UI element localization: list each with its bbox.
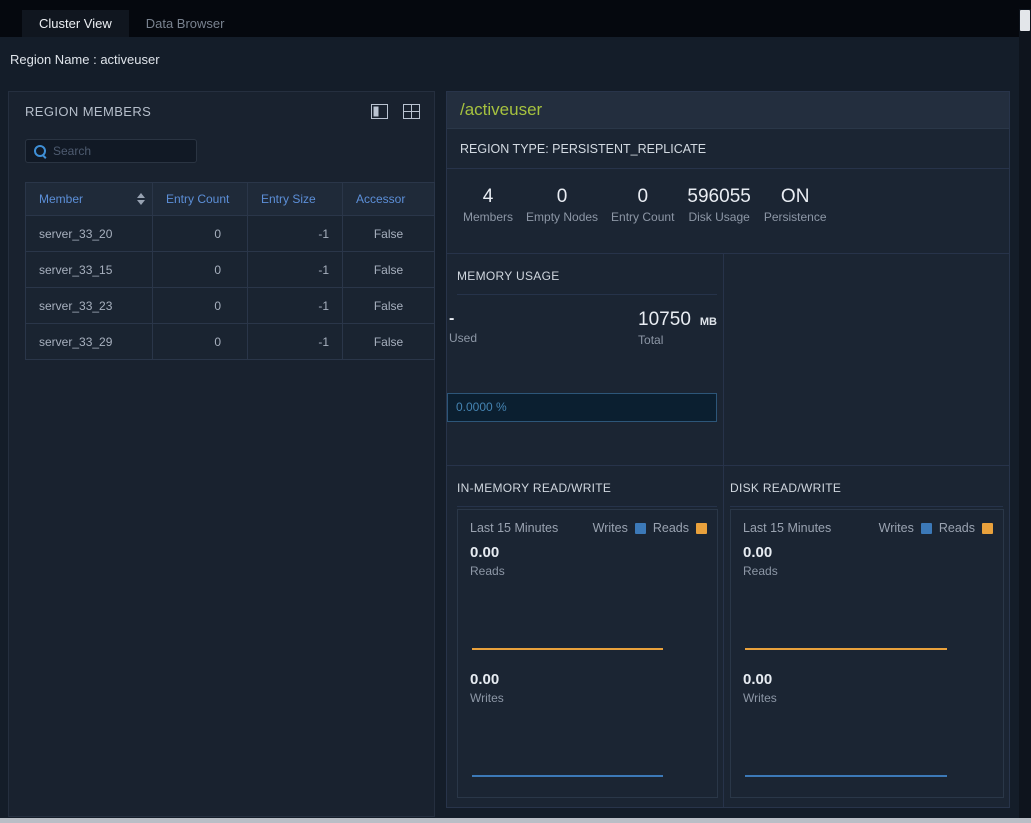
legend-reads-label: Reads [653,521,689,535]
memory-total-label: Total [638,333,717,347]
cell-member: server_33_15 [26,252,153,288]
legend-writes-label: Writes [879,521,914,535]
cell-entry-size: -1 [248,288,343,324]
stat-label: Empty Nodes [526,210,598,224]
memory-usage-bar: 0.0000 % [447,393,717,422]
cell-member: server_33_23 [26,288,153,324]
cell-member: server_33_20 [26,216,153,252]
cell-accessor: False [343,288,435,324]
time-window-label: Last 15 Minutes [743,521,831,535]
disk-chart-panel: DISK READ/WRITE Last 15 Minutes Writes R… [724,466,1009,807]
column-header-accessor[interactable]: Accessor [343,183,435,216]
reads-value: 0.00 [470,544,707,562]
region-members-panel: REGION MEMBERS Member [8,91,435,817]
stat-value: ON [764,186,827,208]
table-row[interactable]: server_33_20 0 -1 False [26,216,435,252]
region-stats: 4 Members 0 Empty Nodes 0 Entry Count 59… [447,169,1009,254]
region-title: /activeuser [447,92,1009,129]
memory-usage-section: MEMORY USAGE - Used 10750 MB Total 0.000… [447,254,724,465]
memory-total-unit: MB [700,316,717,328]
table-row[interactable]: server_33_15 0 -1 False [26,252,435,288]
cell-entry-count: 0 [153,252,248,288]
stat-entry-count: 0 Entry Count [611,186,674,253]
legend-writes-label: Writes [593,521,628,535]
memory-usage-title: MEMORY USAGE [457,254,717,295]
stat-value: 4 [463,186,513,208]
search-box [25,139,197,163]
horizontal-scrollbar[interactable] [0,818,1031,823]
writes-color-swatch [921,523,932,534]
sort-icon[interactable] [137,193,145,205]
memory-usage-percent: 0.0000 % [456,400,507,414]
disk-chart-title: DISK READ/WRITE [730,466,1003,507]
detail-view-icon[interactable] [371,104,388,119]
scrollbar-thumb[interactable] [1020,10,1030,31]
column-header-entry-size[interactable]: Entry Size [248,183,343,216]
stat-empty-nodes: 0 Empty Nodes [526,186,598,253]
search-input[interactable] [53,144,208,158]
writes-value: 0.00 [743,671,993,689]
writes-color-swatch [635,523,646,534]
tab-data-browser[interactable]: Data Browser [129,10,242,37]
writes-label: Writes [743,691,993,705]
reads-label: Reads [470,564,707,578]
cell-entry-size: -1 [248,324,343,360]
reads-label: Reads [743,564,993,578]
cell-accessor: False [343,252,435,288]
stat-value: 0 [526,186,598,208]
grid-view-icon[interactable] [403,104,420,119]
cell-entry-count: 0 [153,216,248,252]
memory-used-label: Used [449,331,477,345]
reads-color-swatch [982,523,993,534]
legend-reads-label: Reads [939,521,975,535]
cell-entry-count: 0 [153,288,248,324]
inmemory-chart-title: IN-MEMORY READ/WRITE [457,466,717,507]
region-members-header: REGION MEMBERS [9,92,434,130]
disk-chart-box: Last 15 Minutes Writes Reads 0.00 Reads … [730,509,1004,798]
column-label: Member [39,192,83,206]
reads-color-swatch [696,523,707,534]
region-type: REGION TYPE: PERSISTENT_REPLICATE [447,129,1009,169]
members-table: Member Entry Count Entry Size Accessor s… [25,182,435,360]
inmemory-chart-panel: IN-MEMORY READ/WRITE Last 15 Minutes Wri… [447,466,724,807]
writes-label: Writes [470,691,707,705]
inmemory-chart-box: Last 15 Minutes Writes Reads 0.00 Reads … [457,509,718,798]
stat-label: Entry Count [611,210,674,224]
region-name-label: Region Name : activeuser [10,52,160,67]
stat-label: Disk Usage [687,210,750,224]
reads-sparkline [470,582,703,650]
column-header-member[interactable]: Member [26,183,153,216]
stat-value: 0 [611,186,674,208]
search-icon [33,144,47,158]
column-header-entry-count[interactable]: Entry Count [153,183,248,216]
writes-sparkline [743,709,989,777]
reads-value: 0.00 [743,544,993,562]
cell-member: server_33_29 [26,324,153,360]
memory-used-value: - [449,309,477,329]
stat-disk-usage: 596055 Disk Usage [687,186,750,253]
stat-persistence: ON Persistence [764,186,827,253]
region-detail-panel: /activeuser REGION TYPE: PERSISTENT_REPL… [446,91,1010,808]
writes-value: 0.00 [470,671,707,689]
memory-total-value: 10750 [638,309,691,331]
cell-entry-count: 0 [153,324,248,360]
cell-entry-size: -1 [248,216,343,252]
tab-bar: Cluster View Data Browser [0,0,1031,37]
writes-sparkline [470,709,703,777]
region-members-title: REGION MEMBERS [25,104,151,119]
stat-value: 596055 [687,186,750,208]
vertical-scrollbar[interactable] [1019,9,1031,818]
stat-label: Persistence [764,210,827,224]
time-window-label: Last 15 Minutes [470,521,558,535]
cell-accessor: False [343,216,435,252]
reads-sparkline [743,582,989,650]
tab-cluster-view[interactable]: Cluster View [22,10,129,37]
table-row[interactable]: server_33_29 0 -1 False [26,324,435,360]
stat-label: Members [463,210,513,224]
cell-accessor: False [343,324,435,360]
table-row[interactable]: server_33_23 0 -1 False [26,288,435,324]
cell-entry-size: -1 [248,252,343,288]
stat-members: 4 Members [463,186,513,253]
memory-section-spacer [724,254,1009,465]
